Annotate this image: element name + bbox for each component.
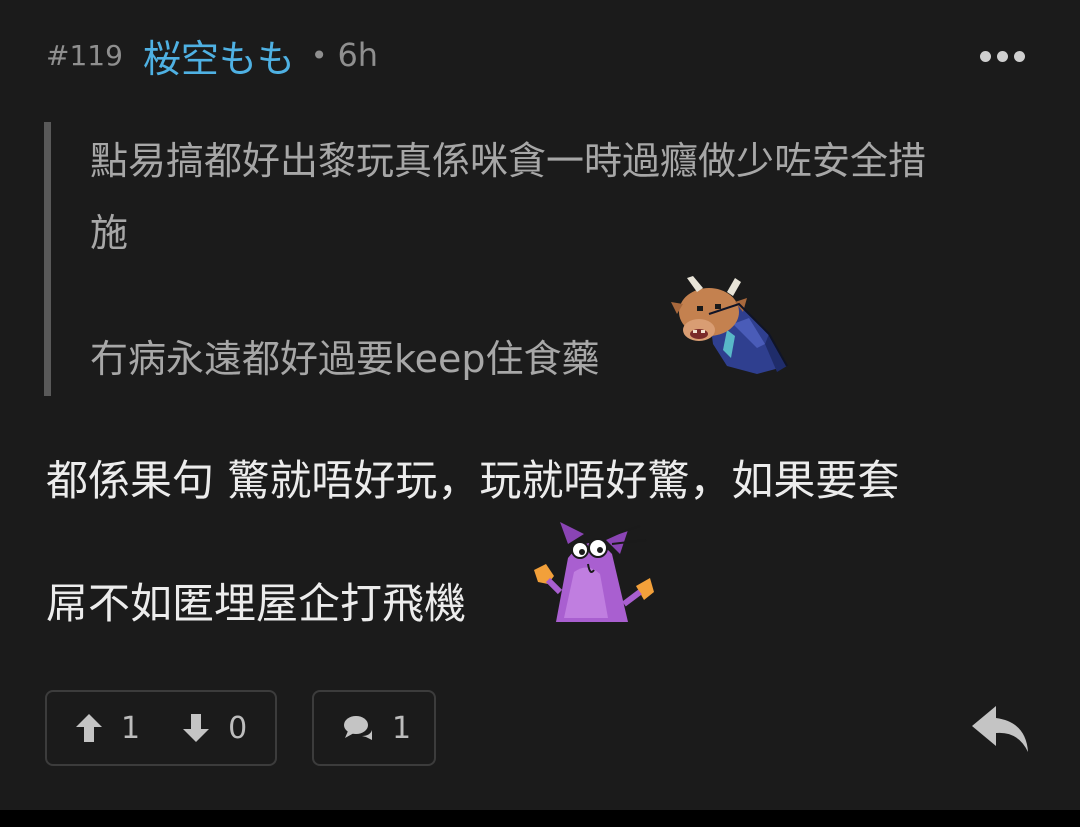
comment-text-line-2: 屌不如匿埋屋企打飛機 <box>46 579 467 628</box>
comment-bubble-icon <box>342 714 374 742</box>
purple-cat-sticker <box>528 518 658 626</box>
quote-text-line-1: 點易搞都好出黎玩真係咪貪一時過癮做少咗安全措 <box>90 139 927 183</box>
quote-text-line-3: 冇病永遠都好過要keep住食藥 <box>90 337 600 381</box>
quote-bar <box>44 122 51 396</box>
vote-controls: 1 0 <box>45 690 277 766</box>
comment-text-line-1: 都係果句 驚就唔好玩，玩就唔好驚，如果要套 <box>46 456 900 505</box>
post-time: 6h <box>337 36 379 74</box>
upvote-button[interactable]: 1 <box>75 692 140 764</box>
header-separator: • <box>310 38 328 72</box>
reply-button[interactable] <box>968 700 1034 758</box>
upvote-count: 1 <box>121 710 141 746</box>
bull-in-suit-sticker <box>669 274 794 378</box>
quote-text-line-2: 施 <box>90 211 129 255</box>
more-dots-icon <box>979 50 1025 62</box>
username-link[interactable]: 桜空もも <box>143 28 295 83</box>
post-header: #119 桜空もも • 6h <box>46 28 379 83</box>
arrow-up-icon <box>75 712 103 744</box>
bottom-edge <box>0 810 1080 827</box>
floor-number: #119 <box>46 38 123 72</box>
arrow-down-icon <box>182 712 210 744</box>
comment-count-button[interactable]: 1 <box>312 690 436 766</box>
downvote-count: 0 <box>228 710 248 746</box>
downvote-button[interactable]: 0 <box>182 692 247 764</box>
reply-arrow-icon <box>968 700 1034 758</box>
more-options-button[interactable] <box>972 40 1032 72</box>
comment-post: #119 桜空もも • 6h 點易搞都好出黎玩真係咪貪一時過癮做少咗安全措 施 … <box>0 0 1080 810</box>
quoted-comment: 點易搞都好出黎玩真係咪貪一時過癮做少咗安全措 施 冇病永遠都好過要keep住食藥 <box>44 122 1044 396</box>
comment-count: 1 <box>392 710 412 746</box>
